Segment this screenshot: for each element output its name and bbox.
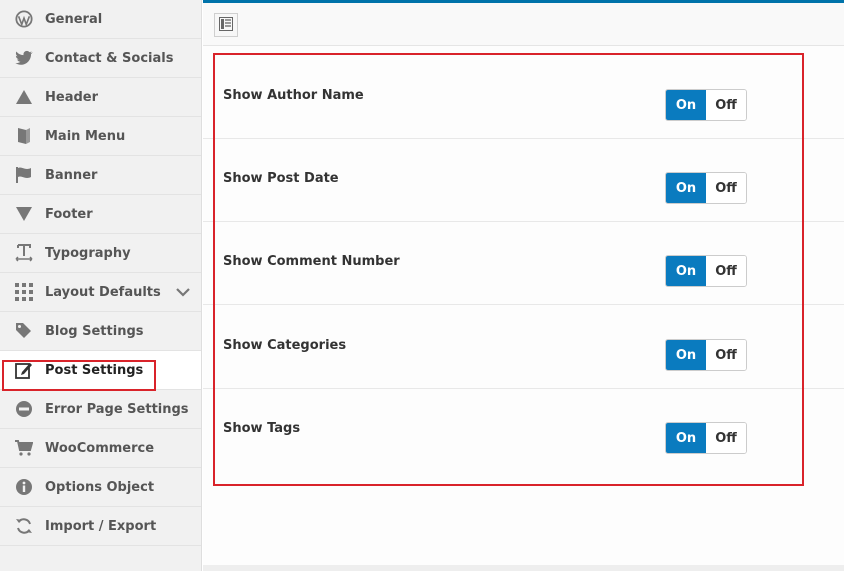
sidebar-item-label: Footer bbox=[45, 206, 93, 222]
panel-toggle-button[interactable] bbox=[214, 13, 238, 37]
sidebar-item-footer[interactable]: Footer bbox=[0, 195, 201, 234]
flag-icon bbox=[14, 165, 34, 185]
info-icon bbox=[14, 477, 34, 497]
chevron-down-icon[interactable] bbox=[175, 284, 191, 300]
sidebar-item-options-object[interactable]: Options Object bbox=[0, 468, 201, 507]
text-width-icon bbox=[14, 243, 34, 263]
setting-row-tags: Show Tags On Off bbox=[203, 389, 844, 472]
sidebar-item-label: Blog Settings bbox=[45, 323, 144, 339]
sidebar-item-label: Banner bbox=[45, 167, 98, 183]
settings-panel: Show Author Name On Off Show Post Date O… bbox=[203, 46, 844, 565]
setting-row-categories: Show Categories On Off bbox=[203, 306, 844, 389]
toggle-tags[interactable]: On Off bbox=[665, 422, 747, 454]
twitter-icon bbox=[14, 48, 34, 68]
edit-icon bbox=[14, 360, 34, 380]
setting-row-comment-number: Show Comment Number On Off bbox=[203, 222, 844, 305]
sidebar-item-label: Options Object bbox=[45, 479, 155, 495]
sidebar-item-contact-socials[interactable]: Contact & Socials bbox=[0, 39, 201, 78]
toggle-off-option[interactable]: Off bbox=[706, 173, 746, 203]
sidebar-item-post-settings[interactable]: Post Settings bbox=[0, 351, 201, 390]
sidebar-item-label: Header bbox=[45, 89, 99, 105]
toggle-categories[interactable]: On Off bbox=[665, 339, 747, 371]
setting-label: Show Tags bbox=[223, 421, 301, 436]
setting-label: Show Comment Number bbox=[223, 254, 400, 269]
toggle-comment-number[interactable]: On Off bbox=[665, 255, 747, 287]
sidebar-item-label: Post Settings bbox=[45, 362, 144, 378]
toolbar bbox=[203, 3, 844, 46]
sidebar-item-error-page-settings[interactable]: Error Page Settings bbox=[0, 390, 201, 429]
toggle-author-name[interactable]: On Off bbox=[665, 89, 747, 121]
refresh-icon bbox=[14, 516, 34, 536]
sidebar-item-label: General bbox=[45, 11, 103, 27]
sidebar-item-import-export[interactable]: Import / Export bbox=[0, 507, 201, 546]
setting-row-author-name: Show Author Name On Off bbox=[203, 56, 844, 139]
sidebar-item-layout-defaults[interactable]: Layout Defaults bbox=[0, 273, 201, 312]
setting-row-post-date: Show Post Date On Off bbox=[203, 139, 844, 222]
sidebar: General Contact & Socials Header Main Me… bbox=[0, 0, 202, 571]
sidebar-item-woocommerce[interactable]: WooCommerce bbox=[0, 429, 201, 468]
sidebar-item-blog-settings[interactable]: Blog Settings bbox=[0, 312, 201, 351]
minus-circle-icon bbox=[14, 399, 34, 419]
toggle-off-option[interactable]: Off bbox=[706, 256, 746, 286]
toggle-on-option[interactable]: On bbox=[666, 173, 706, 203]
sidebar-item-banner[interactable]: Banner bbox=[0, 156, 201, 195]
wordpress-icon bbox=[14, 9, 34, 29]
sidebar-item-label: Import / Export bbox=[45, 518, 157, 534]
sidebar-item-label: Error Page Settings bbox=[45, 401, 189, 417]
grid-icon bbox=[14, 282, 34, 302]
sidebar-item-label: Layout Defaults bbox=[45, 284, 161, 300]
sidebar-item-label: Main Menu bbox=[45, 128, 126, 144]
sidebar-item-label: Typography bbox=[45, 245, 131, 261]
toggle-on-option[interactable]: On bbox=[666, 423, 706, 453]
bottom-strip bbox=[203, 565, 844, 571]
cart-icon bbox=[14, 438, 34, 458]
sidebar-item-general[interactable]: General bbox=[0, 0, 201, 39]
sidebar-item-typography[interactable]: Typography bbox=[0, 234, 201, 273]
sidebar-item-header[interactable]: Header bbox=[0, 78, 201, 117]
toggle-off-option[interactable]: Off bbox=[706, 423, 746, 453]
sidebar-item-main-menu[interactable]: Main Menu bbox=[0, 117, 201, 156]
toggle-off-option[interactable]: Off bbox=[706, 90, 746, 120]
toggle-on-option[interactable]: On bbox=[666, 90, 706, 120]
tags-icon bbox=[14, 321, 34, 341]
setting-label: Show Categories bbox=[223, 338, 347, 353]
triangle-down-icon bbox=[14, 204, 34, 224]
toggle-on-option[interactable]: On bbox=[666, 340, 706, 370]
triangle-up-icon bbox=[14, 87, 34, 107]
setting-label: Show Post Date bbox=[223, 171, 339, 186]
panel-icon bbox=[219, 16, 233, 35]
toggle-post-date[interactable]: On Off bbox=[665, 172, 747, 204]
toggle-off-option[interactable]: Off bbox=[706, 340, 746, 370]
setting-label: Show Author Name bbox=[223, 88, 364, 103]
toggle-on-option[interactable]: On bbox=[666, 256, 706, 286]
sidebar-item-label: Contact & Socials bbox=[45, 50, 174, 66]
sidebar-item-label: WooCommerce bbox=[45, 440, 155, 456]
book-icon bbox=[14, 126, 34, 146]
